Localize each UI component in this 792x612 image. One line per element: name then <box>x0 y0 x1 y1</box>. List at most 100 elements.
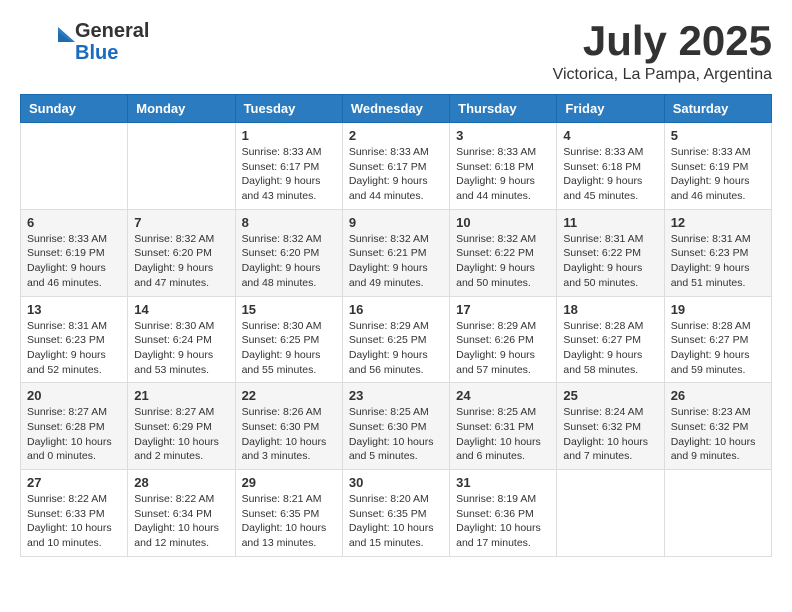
day-info: Sunrise: 8:31 AM Sunset: 6:22 PM Dayligh… <box>563 232 657 291</box>
day-number: 25 <box>563 388 657 403</box>
calendar-cell: 31Sunrise: 8:19 AM Sunset: 6:36 PM Dayli… <box>450 470 557 557</box>
day-number: 21 <box>134 388 228 403</box>
calendar-table: SundayMondayTuesdayWednesdayThursdayFrid… <box>20 94 772 557</box>
calendar-day-header: Saturday <box>664 95 771 123</box>
calendar-cell: 23 Sunrise: 8:25 AM Sunset: 6:30 PM Dayli… <box>342 383 449 470</box>
calendar-cell: 16 Sunrise: 8:29 AM Sunset: 6:25 PM Dayli… <box>342 296 449 383</box>
day-info: Sunrise: 8:26 AM Sunset: 6:30 PM Dayligh… <box>242 405 336 464</box>
calendar-cell: 19 Sunrise: 8:28 AM Sunset: 6:27 PM Dayli… <box>664 296 771 383</box>
day-number: 2 <box>349 128 443 143</box>
calendar-day-header: Tuesday <box>235 95 342 123</box>
calendar-cell: 8 Sunrise: 8:32 AM Sunset: 6:20 PM Daylig… <box>235 209 342 296</box>
day-info: Sunrise: 8:27 AM Sunset: 6:28 PM Dayligh… <box>27 405 121 464</box>
day-info: Sunrise: 8:31 AM Sunset: 6:23 PM Dayligh… <box>27 319 121 378</box>
day-number: 16 <box>349 302 443 317</box>
day-info: Sunrise: 8:32 AM Sunset: 6:21 PM Dayligh… <box>349 232 443 291</box>
day-info: Sunrise: 8:32 AM Sunset: 6:20 PM Dayligh… <box>242 232 336 291</box>
day-info: Sunrise: 8:30 AM Sunset: 6:25 PM Dayligh… <box>242 319 336 378</box>
calendar-cell: 24Sunrise: 8:25 AM Sunset: 6:31 PM Dayli… <box>450 383 557 470</box>
day-info: Sunrise: 8:22 AM Sunset: 6:34 PM Dayligh… <box>134 492 228 551</box>
calendar-week-row: 6 Sunrise: 8:33 AM Sunset: 6:19 PM Daylig… <box>21 209 772 296</box>
calendar-cell: 10 Sunrise: 8:32 AM Sunset: 6:22 PM Dayli… <box>450 209 557 296</box>
calendar-cell: 13 Sunrise: 8:31 AM Sunset: 6:23 PM Dayli… <box>21 296 128 383</box>
calendar-cell: 14Sunrise: 8:30 AM Sunset: 6:24 PM Dayli… <box>128 296 235 383</box>
day-info: Sunrise: 8:29 AM Sunset: 6:25 PM Dayligh… <box>349 319 443 378</box>
day-info: Sunrise: 8:32 AM Sunset: 6:22 PM Dayligh… <box>456 232 550 291</box>
calendar-cell: 15 Sunrise: 8:30 AM Sunset: 6:25 PM Dayli… <box>235 296 342 383</box>
logo: General Blue <box>20 20 149 64</box>
calendar-day-header: Friday <box>557 95 664 123</box>
day-info: Sunrise: 8:28 AM Sunset: 6:27 PM Dayligh… <box>563 319 657 378</box>
day-info: Sunrise: 8:33 AM Sunset: 6:19 PM Dayligh… <box>27 232 121 291</box>
calendar-cell <box>21 123 128 210</box>
calendar-day-header: Monday <box>128 95 235 123</box>
logo-text: General Blue <box>75 20 149 64</box>
calendar-cell: 25 Sunrise: 8:24 AM Sunset: 6:32 PM Dayli… <box>557 383 664 470</box>
calendar-cell: 22Sunrise: 8:26 AM Sunset: 6:30 PM Dayli… <box>235 383 342 470</box>
logo-general-text: General <box>75 20 149 42</box>
location-text: Victorica, La Pampa, Argentina <box>553 66 772 84</box>
logo-blue-text: Blue <box>75 42 149 64</box>
day-number: 30 <box>349 475 443 490</box>
day-info: Sunrise: 8:31 AM Sunset: 6:23 PM Dayligh… <box>671 232 765 291</box>
calendar-cell: 26Sunrise: 8:23 AM Sunset: 6:32 PM Dayli… <box>664 383 771 470</box>
day-number: 1 <box>242 128 336 143</box>
calendar-cell: 28 Sunrise: 8:22 AM Sunset: 6:34 PM Dayli… <box>128 470 235 557</box>
calendar-day-header: Sunday <box>21 95 128 123</box>
calendar-cell: 3Sunrise: 8:33 AM Sunset: 6:18 PM Daylig… <box>450 123 557 210</box>
calendar-day-header: Wednesday <box>342 95 449 123</box>
day-number: 10 <box>456 215 550 230</box>
page-header: General Blue July 2025 Victorica, La Pam… <box>20 20 772 84</box>
calendar-week-row: 1 Sunrise: 8:33 AM Sunset: 6:17 PM Daylig… <box>21 123 772 210</box>
day-info: Sunrise: 8:28 AM Sunset: 6:27 PM Dayligh… <box>671 319 765 378</box>
day-number: 15 <box>242 302 336 317</box>
calendar-cell: 20Sunrise: 8:27 AM Sunset: 6:28 PM Dayli… <box>21 383 128 470</box>
day-number: 4 <box>563 128 657 143</box>
calendar-cell: 5 Sunrise: 8:33 AM Sunset: 6:19 PM Daylig… <box>664 123 771 210</box>
day-number: 7 <box>134 215 228 230</box>
day-number: 19 <box>671 302 765 317</box>
day-number: 18 <box>563 302 657 317</box>
calendar-cell: 12 Sunrise: 8:31 AM Sunset: 6:23 PM Dayli… <box>664 209 771 296</box>
calendar-cell: 29Sunrise: 8:21 AM Sunset: 6:35 PM Dayli… <box>235 470 342 557</box>
calendar-cell: 11 Sunrise: 8:31 AM Sunset: 6:22 PM Dayli… <box>557 209 664 296</box>
day-info: Sunrise: 8:33 AM Sunset: 6:19 PM Dayligh… <box>671 145 765 204</box>
calendar-day-header: Thursday <box>450 95 557 123</box>
day-info: Sunrise: 8:27 AM Sunset: 6:29 PM Dayligh… <box>134 405 228 464</box>
day-info: Sunrise: 8:33 AM Sunset: 6:17 PM Dayligh… <box>242 145 336 204</box>
day-number: 8 <box>242 215 336 230</box>
calendar-cell <box>128 123 235 210</box>
logo-icon <box>20 22 75 62</box>
day-info: Sunrise: 8:24 AM Sunset: 6:32 PM Dayligh… <box>563 405 657 464</box>
day-number: 5 <box>671 128 765 143</box>
calendar-week-row: 13 Sunrise: 8:31 AM Sunset: 6:23 PM Dayli… <box>21 296 772 383</box>
day-info: Sunrise: 8:30 AM Sunset: 6:24 PM Dayligh… <box>134 319 228 378</box>
day-info: Sunrise: 8:33 AM Sunset: 6:18 PM Dayligh… <box>563 145 657 204</box>
day-number: 17 <box>456 302 550 317</box>
day-number: 31 <box>456 475 550 490</box>
day-number: 13 <box>27 302 121 317</box>
day-number: 23 <box>349 388 443 403</box>
calendar-cell: 27Sunrise: 8:22 AM Sunset: 6:33 PM Dayli… <box>21 470 128 557</box>
day-number: 28 <box>134 475 228 490</box>
calendar-week-row: 27Sunrise: 8:22 AM Sunset: 6:33 PM Dayli… <box>21 470 772 557</box>
day-number: 6 <box>27 215 121 230</box>
calendar-cell: 18 Sunrise: 8:28 AM Sunset: 6:27 PM Dayli… <box>557 296 664 383</box>
day-number: 11 <box>563 215 657 230</box>
day-info: Sunrise: 8:25 AM Sunset: 6:31 PM Dayligh… <box>456 405 550 464</box>
calendar-cell: 6 Sunrise: 8:33 AM Sunset: 6:19 PM Daylig… <box>21 209 128 296</box>
day-info: Sunrise: 8:33 AM Sunset: 6:17 PM Dayligh… <box>349 145 443 204</box>
calendar-cell: 1 Sunrise: 8:33 AM Sunset: 6:17 PM Daylig… <box>235 123 342 210</box>
month-title: July 2025 <box>553 20 772 62</box>
calendar-cell: 2 Sunrise: 8:33 AM Sunset: 6:17 PM Daylig… <box>342 123 449 210</box>
calendar-cell: 4 Sunrise: 8:33 AM Sunset: 6:18 PM Daylig… <box>557 123 664 210</box>
calendar-cell: 9Sunrise: 8:32 AM Sunset: 6:21 PM Daylig… <box>342 209 449 296</box>
day-number: 12 <box>671 215 765 230</box>
day-info: Sunrise: 8:33 AM Sunset: 6:18 PM Dayligh… <box>456 145 550 204</box>
day-info: Sunrise: 8:25 AM Sunset: 6:30 PM Dayligh… <box>349 405 443 464</box>
calendar-week-row: 20Sunrise: 8:27 AM Sunset: 6:28 PM Dayli… <box>21 383 772 470</box>
day-info: Sunrise: 8:23 AM Sunset: 6:32 PM Dayligh… <box>671 405 765 464</box>
day-number: 27 <box>27 475 121 490</box>
calendar-cell: 7Sunrise: 8:32 AM Sunset: 6:20 PM Daylig… <box>128 209 235 296</box>
calendar-cell: 21 Sunrise: 8:27 AM Sunset: 6:29 PM Dayli… <box>128 383 235 470</box>
